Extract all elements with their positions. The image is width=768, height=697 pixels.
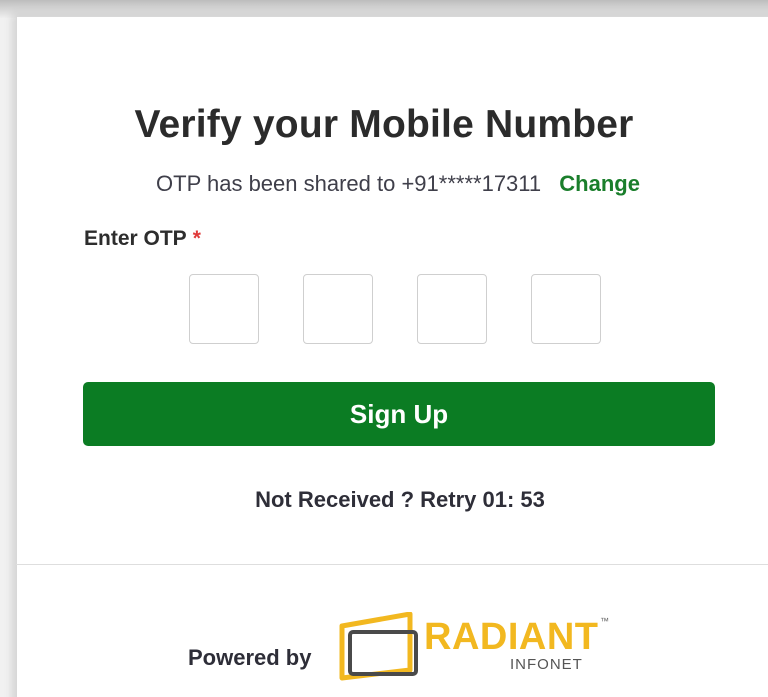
logo-subtitle: INFONET bbox=[510, 656, 583, 673]
page-title: Verify your Mobile Number bbox=[134, 103, 634, 146]
footer-divider bbox=[16, 564, 768, 565]
change-number-link[interactable]: Change bbox=[559, 171, 640, 196]
retry-timer-text: Not Received ? Retry 01: 53 bbox=[255, 487, 545, 512]
otp-digit-3[interactable] bbox=[417, 274, 487, 344]
otp-digit-4[interactable] bbox=[531, 274, 601, 344]
page: Verify your Mobile Number OTP has been s… bbox=[0, 0, 768, 697]
required-asterisk: * bbox=[192, 227, 201, 250]
powered-by-text: Powered by bbox=[188, 645, 312, 670]
otp-digit-2[interactable] bbox=[303, 274, 373, 344]
logo-trademark: ™ bbox=[600, 616, 609, 626]
logo-wordmark: RADIANT bbox=[424, 616, 599, 658]
logo-frame-icon bbox=[339, 611, 418, 681]
otp-label: Enter OTP * bbox=[84, 227, 201, 251]
radiant-infonet-logo: RADIANT INFONET ™ bbox=[338, 611, 613, 682]
otp-sent-text: OTP has been shared to +91*****17311 bbox=[156, 171, 542, 196]
otp-input-group bbox=[189, 274, 601, 344]
otp-digit-1[interactable] bbox=[189, 274, 259, 344]
otp-label-text: Enter OTP bbox=[84, 227, 187, 250]
sign-up-button[interactable]: Sign Up bbox=[83, 382, 715, 446]
otp-sent-message: OTP has been shared to +91*****17311 Cha… bbox=[0, 171, 768, 197]
